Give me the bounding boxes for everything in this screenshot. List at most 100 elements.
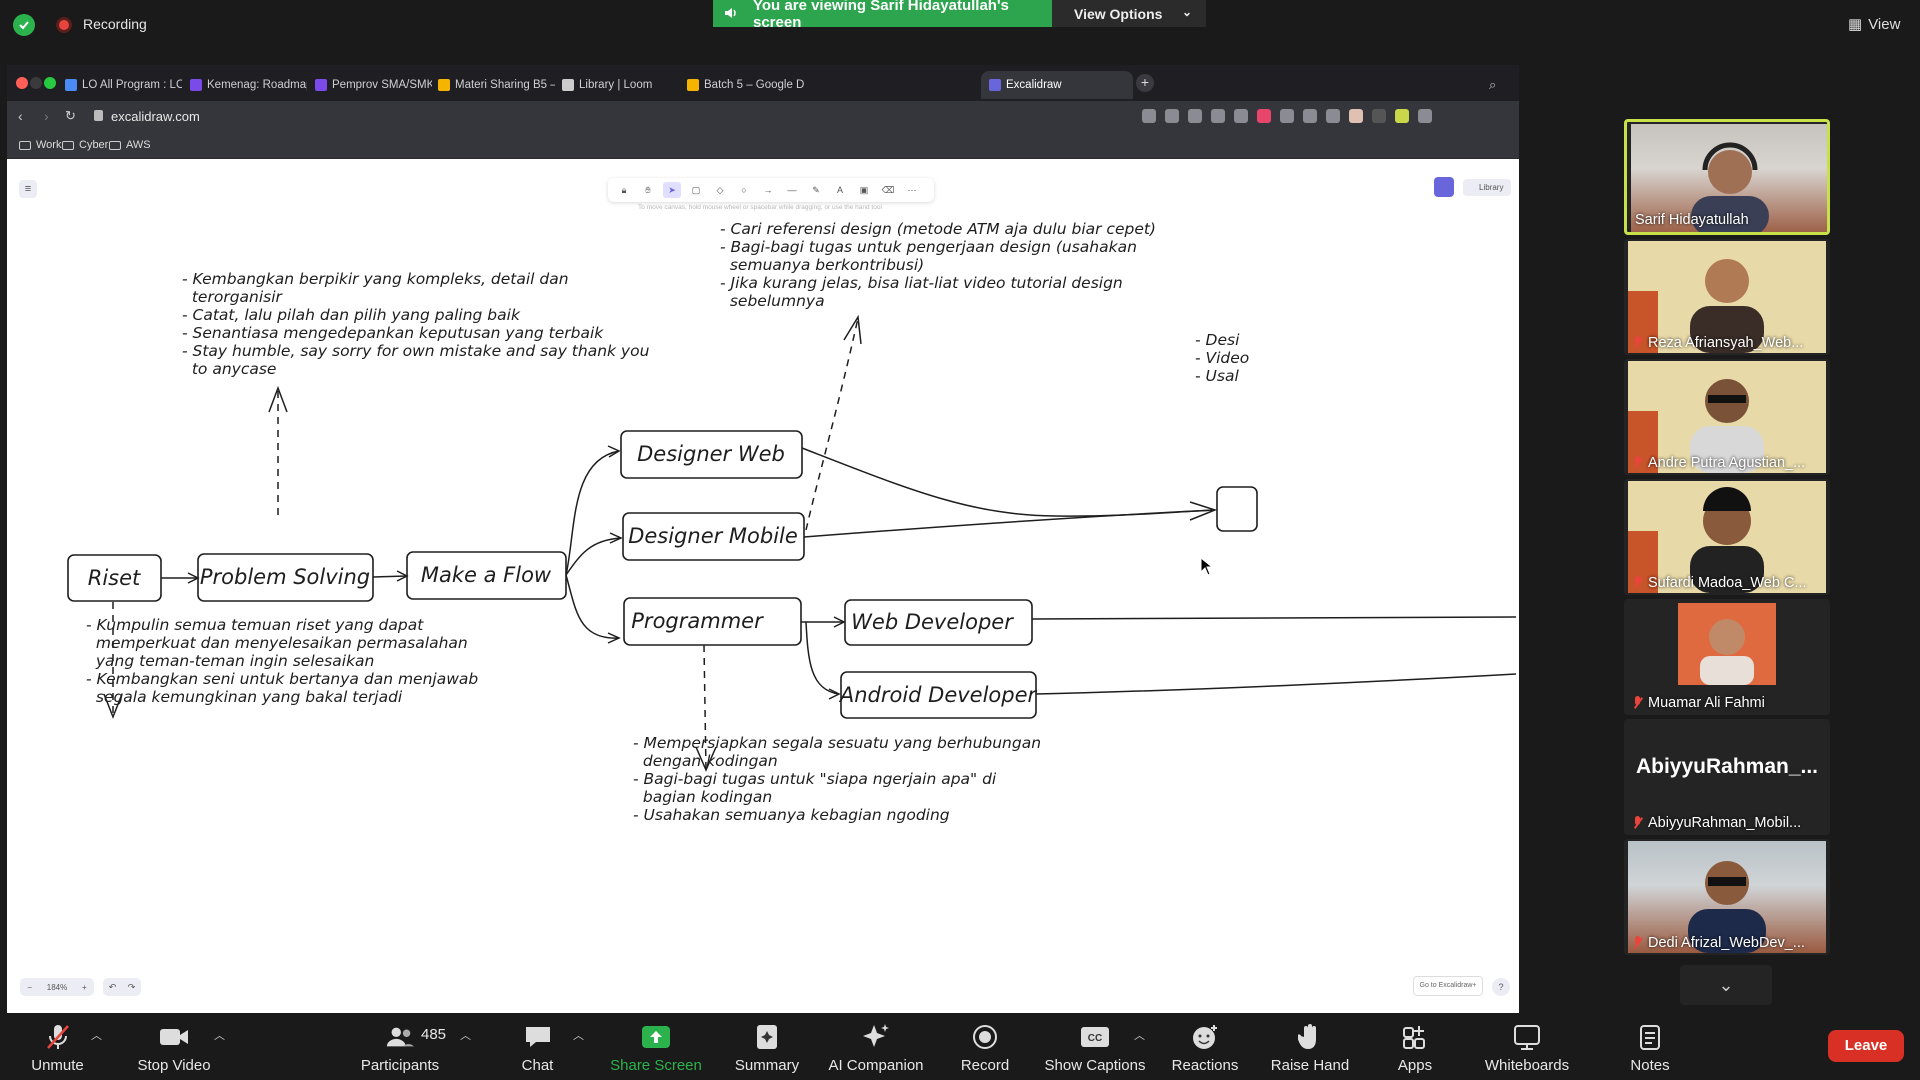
chat-options-caret-icon[interactable]: ︿ [573,1027,584,1043]
download-icon[interactable] [1280,109,1294,123]
close-window-icon[interactable] [16,77,28,89]
share-screen-button[interactable]: Share Screen [606,1013,706,1080]
browser-tab[interactable]: Batch 5 – Google Drive [679,71,804,99]
note-riset[interactable]: - Kumpulin semua temuan riset yang dapat… [86,616,478,706]
browser-tab[interactable]: Kemenag: Roadmap – A [182,71,307,99]
participant-tile[interactable]: Andre Putra Agustian_... [1624,359,1830,475]
stop-video-button[interactable]: Stop Video [129,1013,219,1080]
tab-search-icon[interactable]: ⌕ [1489,77,1496,93]
zoom-out-icon[interactable]: − [27,983,32,992]
line-tool-icon[interactable]: — [783,182,801,198]
audio-options-caret-icon[interactable]: ︿ [91,1027,102,1043]
browser-tab[interactable]: Pemprov SMA/SMK: Me [307,71,432,99]
hand-tool-icon[interactable]: ✋︎ [639,182,657,198]
gallery-scroll-down-button[interactable]: ⌄ [1680,965,1772,1005]
help-icon[interactable]: ? [1492,978,1510,996]
extension-icon[interactable] [1372,109,1386,123]
extension-icon[interactable] [1234,109,1248,123]
participants-options-caret-icon[interactable]: ︿ [460,1027,471,1043]
grid-view-icon: ▦ [1848,16,1863,33]
browser-tab[interactable]: Materi Sharing B5 – Goo [430,71,555,99]
image-tool-icon[interactable]: ▣ [855,182,873,198]
more-tools-icon[interactable]: ⋯ [903,182,921,198]
maximize-window-icon[interactable] [44,77,56,89]
participants-button[interactable]: Participants [355,1013,445,1080]
arrowhead [828,688,841,700]
go-to-excalidraw-plus-button[interactable]: Go to Excalidraw+ [1413,976,1483,996]
hamburger-menu-icon[interactable]: ≡ [19,180,37,198]
raise-hand-button[interactable]: Raise Hand [1265,1013,1355,1080]
zoom-in-icon[interactable]: + [82,983,87,992]
show-captions-button[interactable]: CC Show Captions [1040,1013,1150,1080]
tab-favicon-icon [65,79,77,91]
extension-icon[interactable] [1395,109,1409,123]
browser-tab-active[interactable]: Excalidraw [981,71,1133,99]
extension-icon[interactable] [1165,109,1179,123]
eraser-tool-icon[interactable]: ⌫ [879,182,897,198]
captions-options-caret-icon[interactable]: ︿ [1134,1027,1145,1043]
browser-tab[interactable]: Library | Loom [554,71,679,99]
view-button[interactable]: ▦ View [1848,15,1900,34]
record-button[interactable]: Record [955,1013,1015,1080]
note-programmer[interactable]: - Mempersiapkan segala sesuatu yang berh… [633,734,1041,824]
extension-icon[interactable] [1326,109,1340,123]
note-designer[interactable]: - Cari referensi design (metode ATM aja … [720,220,1156,310]
lock-tool-icon[interactable]: 🔒︎ [615,182,633,198]
excalidraw-canvas[interactable]: Riset Problem Solving Make a Flow Design… [10,170,1516,1013]
undo-icon[interactable]: ↶ [109,982,117,993]
text-tool-icon[interactable]: A [831,182,849,198]
ai-companion-button[interactable]: AI Companion [820,1013,932,1080]
profile-avatar-icon[interactable] [1349,109,1363,123]
leave-button[interactable]: Leave [1828,1030,1904,1062]
redo-icon[interactable]: ↷ [128,982,136,993]
arrow-tool-icon[interactable]: → [759,182,777,198]
zoom-level[interactable]: 184% [47,983,67,992]
unmute-button[interactable]: Unmute [20,1013,95,1080]
selection-tool-icon[interactable]: ➤ [663,182,681,198]
bookmark-folder[interactable]: AWS [109,139,151,151]
participant-tile[interactable]: Muamar Ali Fahmi [1624,599,1830,715]
participant-tile[interactable]: Dedi Afrizal_WebDev_... [1624,839,1830,955]
participant-tile[interactable]: AbiyyuRahman_... AbiyyuRahman_Mobil... [1624,719,1830,835]
browser-tab[interactable]: LO All Program : LO UI/U [57,71,182,99]
summary-button[interactable]: Summary [727,1013,807,1080]
node-offscreen[interactable] [1216,486,1258,532]
reactions-button[interactable]: Reactions [1165,1013,1245,1080]
participant-tile[interactable]: Sufardi Madoa_Web C... [1624,479,1830,595]
participants-label: Participants [360,1057,440,1074]
bookmark-folder[interactable]: Cyber [62,139,108,151]
extension-icon[interactable] [1418,109,1432,123]
recording-icon[interactable] [56,17,72,33]
heart-icon[interactable] [1257,109,1271,123]
rectangle-tool-icon[interactable]: ▢ [687,182,705,198]
view-options-button[interactable]: View Options ⌄ [1052,0,1206,27]
reload-icon[interactable]: ↻ [65,108,76,124]
note-problem-solving[interactable]: - Kembangkan berpikir yang kompleks, det… [182,270,650,378]
participant-tile[interactable]: Sarif Hidayatullah [1624,119,1830,235]
minimize-window-icon[interactable] [30,77,42,89]
library-button[interactable]: Library [1463,179,1511,196]
security-shield-icon[interactable] [13,14,35,36]
url-field[interactable]: excalidraw.com [111,109,200,124]
back-icon[interactable]: ‹ [18,108,23,124]
pencil-tool-icon[interactable]: ✎ [807,182,825,198]
video-options-caret-icon[interactable]: ︿ [214,1027,225,1043]
forward-icon[interactable]: › [44,108,49,124]
participant-tile[interactable]: Reza Afriansyah_Web... [1624,239,1830,355]
collaborate-button[interactable] [1434,177,1454,197]
apps-label: Apps [1397,1057,1433,1074]
ellipse-tool-icon[interactable]: ○ [735,182,753,198]
notes-button[interactable]: Notes [1622,1013,1678,1080]
note-right-cut[interactable]: - Desi - Video - Usal [1195,331,1249,385]
extension-icon[interactable] [1188,109,1202,123]
extension-icon[interactable] [1211,109,1225,123]
bookmark-folder[interactable]: Work [19,139,61,151]
diamond-tool-icon[interactable]: ◇ [711,182,729,198]
arrow [565,450,620,576]
extension-icon[interactable] [1303,109,1317,123]
whiteboards-button[interactable]: Whiteboards [1477,1013,1577,1080]
apps-button[interactable]: Apps [1390,1013,1440,1080]
chat-button[interactable]: Chat [515,1013,560,1080]
extension-icon[interactable] [1142,109,1156,123]
new-tab-button[interactable]: + [1136,74,1154,92]
